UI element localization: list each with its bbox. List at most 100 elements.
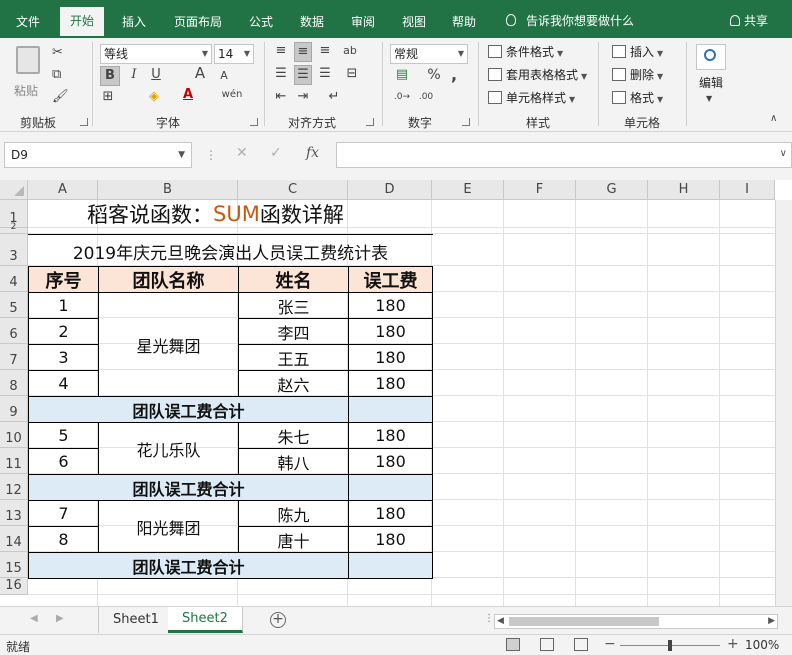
table-header-cell[interactable]: 误工费 (348, 266, 433, 293)
fee-cell[interactable]: 180 (348, 292, 433, 319)
bold-button[interactable]: B (100, 66, 120, 86)
fee-cell[interactable]: 180 (348, 344, 433, 371)
clipboard-launcher-icon[interactable] (80, 118, 88, 126)
subtotal-label-cell[interactable]: 团队误工费合计 (28, 396, 349, 423)
copy-icon[interactable]: ⧉ (52, 66, 61, 84)
paste-button[interactable]: 粘贴 (12, 44, 46, 106)
fill-color-icon[interactable]: ◈ (146, 88, 162, 106)
team-name-cell[interactable]: 阳光舞团 (98, 500, 239, 553)
chevron-down-icon[interactable]: ▼ (706, 90, 712, 108)
format-as-table-button[interactable]: 套用表格格式 ▼ (488, 66, 587, 86)
row-header-4[interactable]: 4 (0, 266, 28, 292)
chevron-down-icon[interactable]: ∨ (780, 148, 787, 159)
font-name-select[interactable]: 等线 ▼ (100, 44, 212, 64)
serial-cell[interactable]: 3 (28, 344, 99, 371)
zoom-slider[interactable] (620, 640, 720, 651)
conditional-formatting-button[interactable]: 条件格式 ▼ (488, 43, 563, 63)
align-top-icon[interactable]: ≡ (272, 42, 290, 60)
table-header-cell[interactable]: 团队名称 (98, 266, 239, 293)
normal-view-icon[interactable] (506, 638, 520, 651)
align-bottom-icon[interactable]: ≡ (316, 42, 334, 60)
underline-button[interactable]: U (148, 66, 164, 84)
zoom-out-icon[interactable]: − (604, 636, 616, 652)
align-center-icon[interactable]: ☰ (294, 65, 312, 85)
enter-icon[interactable]: ✓ (270, 145, 282, 161)
name-cell[interactable]: 李四 (238, 318, 349, 345)
serial-cell[interactable]: 2 (28, 318, 99, 345)
align-middle-icon[interactable]: ≡ (294, 42, 312, 62)
serial-cell[interactable]: 8 (28, 526, 99, 553)
row-header-11[interactable]: 11 (0, 448, 28, 474)
tab-insert[interactable]: 插入 (122, 12, 146, 32)
column-header-c[interactable]: C (238, 180, 348, 200)
column-header-h[interactable]: H (648, 180, 720, 200)
name-cell[interactable]: 唐十 (238, 526, 349, 553)
column-header-i[interactable]: I (720, 180, 775, 200)
delete-cells-button[interactable]: 删除 ▼ (612, 66, 663, 86)
font-size-select[interactable]: 14 ▼ (214, 44, 254, 64)
row-header-8[interactable]: 8 (0, 370, 28, 396)
column-header-g[interactable]: G (576, 180, 648, 200)
orientation-icon[interactable]: ab (340, 42, 360, 60)
next-sheet-icon[interactable]: ▶ (56, 613, 64, 624)
format-cells-button[interactable]: 格式 ▼ (612, 89, 663, 109)
fee-cell[interactable]: 180 (348, 318, 433, 345)
scroll-right-icon[interactable]: ▶ (768, 615, 775, 628)
insert-cells-button[interactable]: 插入 ▼ (612, 43, 663, 63)
share-button[interactable]: 共享 (730, 12, 768, 29)
number-format-select[interactable]: 常规 ▼ (390, 44, 468, 64)
grow-font-button[interactable]: A (192, 64, 208, 82)
font-launcher-icon[interactable] (250, 118, 258, 126)
team-name-cell[interactable]: 星光舞团 (98, 292, 239, 397)
phonetic-guide-button[interactable]: wén (220, 86, 244, 104)
align-left-icon[interactable]: ☰ (272, 65, 290, 83)
spreadsheet-grid[interactable]: ABCDEFGHI12345678910111213141516稻客说函数：SU… (0, 180, 792, 606)
wrap-text-icon[interactable]: ↵ (322, 88, 346, 106)
table-header-cell[interactable]: 姓名 (238, 266, 349, 293)
name-cell[interactable]: 赵六 (238, 370, 349, 397)
table-title[interactable]: 2019年庆元旦晚会演出人员误工费统计表 (28, 234, 433, 267)
team-name-cell[interactable]: 花儿乐队 (98, 422, 239, 475)
tab-view[interactable]: 视图 (402, 12, 426, 32)
number-launcher-icon[interactable] (462, 118, 470, 126)
row-header-5[interactable]: 5 (0, 292, 28, 318)
prev-sheet-icon[interactable]: ◀ (30, 613, 38, 624)
zoom-slider-knob[interactable] (668, 640, 672, 651)
font-color-button[interactable]: A (180, 86, 196, 104)
scroll-left-icon[interactable]: ◀ (497, 615, 504, 628)
align-right-icon[interactable]: ☰ (316, 65, 334, 83)
collapse-ribbon-icon[interactable]: ∧ (770, 110, 777, 128)
tell-me-search[interactable]: 告诉我你想要做什么 (506, 12, 634, 29)
row-header-15[interactable]: 15 (0, 552, 28, 578)
cell-styles-button[interactable]: 单元格样式 ▼ (488, 89, 575, 109)
name-cell[interactable]: 张三 (238, 292, 349, 319)
row-header-13[interactable]: 13 (0, 500, 28, 526)
serial-cell[interactable]: 4 (28, 370, 99, 397)
zoom-level[interactable]: 100% (745, 638, 779, 652)
row-header-12[interactable]: 12 (0, 474, 28, 500)
add-sheet-icon[interactable]: + (270, 612, 286, 628)
resize-handle-icon[interactable]: ⋮ (205, 148, 217, 162)
tab-help[interactable]: 帮助 (452, 12, 476, 32)
serial-cell[interactable]: 6 (28, 448, 99, 475)
fee-cell[interactable]: 180 (348, 526, 433, 553)
tab-file[interactable]: 文件 (16, 12, 40, 32)
row-header-3[interactable]: 3 (0, 234, 28, 266)
horizontal-scrollbar[interactable]: ◀ ▶ (494, 614, 778, 629)
column-header-f[interactable]: F (504, 180, 576, 200)
fee-cell[interactable]: 180 (348, 370, 433, 397)
page-break-view-icon[interactable] (574, 638, 588, 651)
vertical-scrollbar[interactable] (775, 200, 792, 606)
alignment-launcher-icon[interactable] (366, 118, 374, 126)
row-header-7[interactable]: 7 (0, 344, 28, 370)
merge-center-icon[interactable]: ⊟ (340, 65, 364, 83)
table-header-cell[interactable]: 序号 (28, 266, 99, 293)
column-header-d[interactable]: D (348, 180, 432, 200)
tab-formulas[interactable]: 公式 (249, 12, 273, 32)
serial-cell[interactable]: 5 (28, 422, 99, 449)
tab-home[interactable]: 开始 (60, 7, 105, 38)
insert-function-icon[interactable]: fx (306, 145, 319, 161)
italic-button[interactable]: I (126, 66, 142, 84)
row-header-16[interactable]: 16 (0, 578, 28, 595)
fee-cell[interactable]: 180 (348, 500, 433, 527)
